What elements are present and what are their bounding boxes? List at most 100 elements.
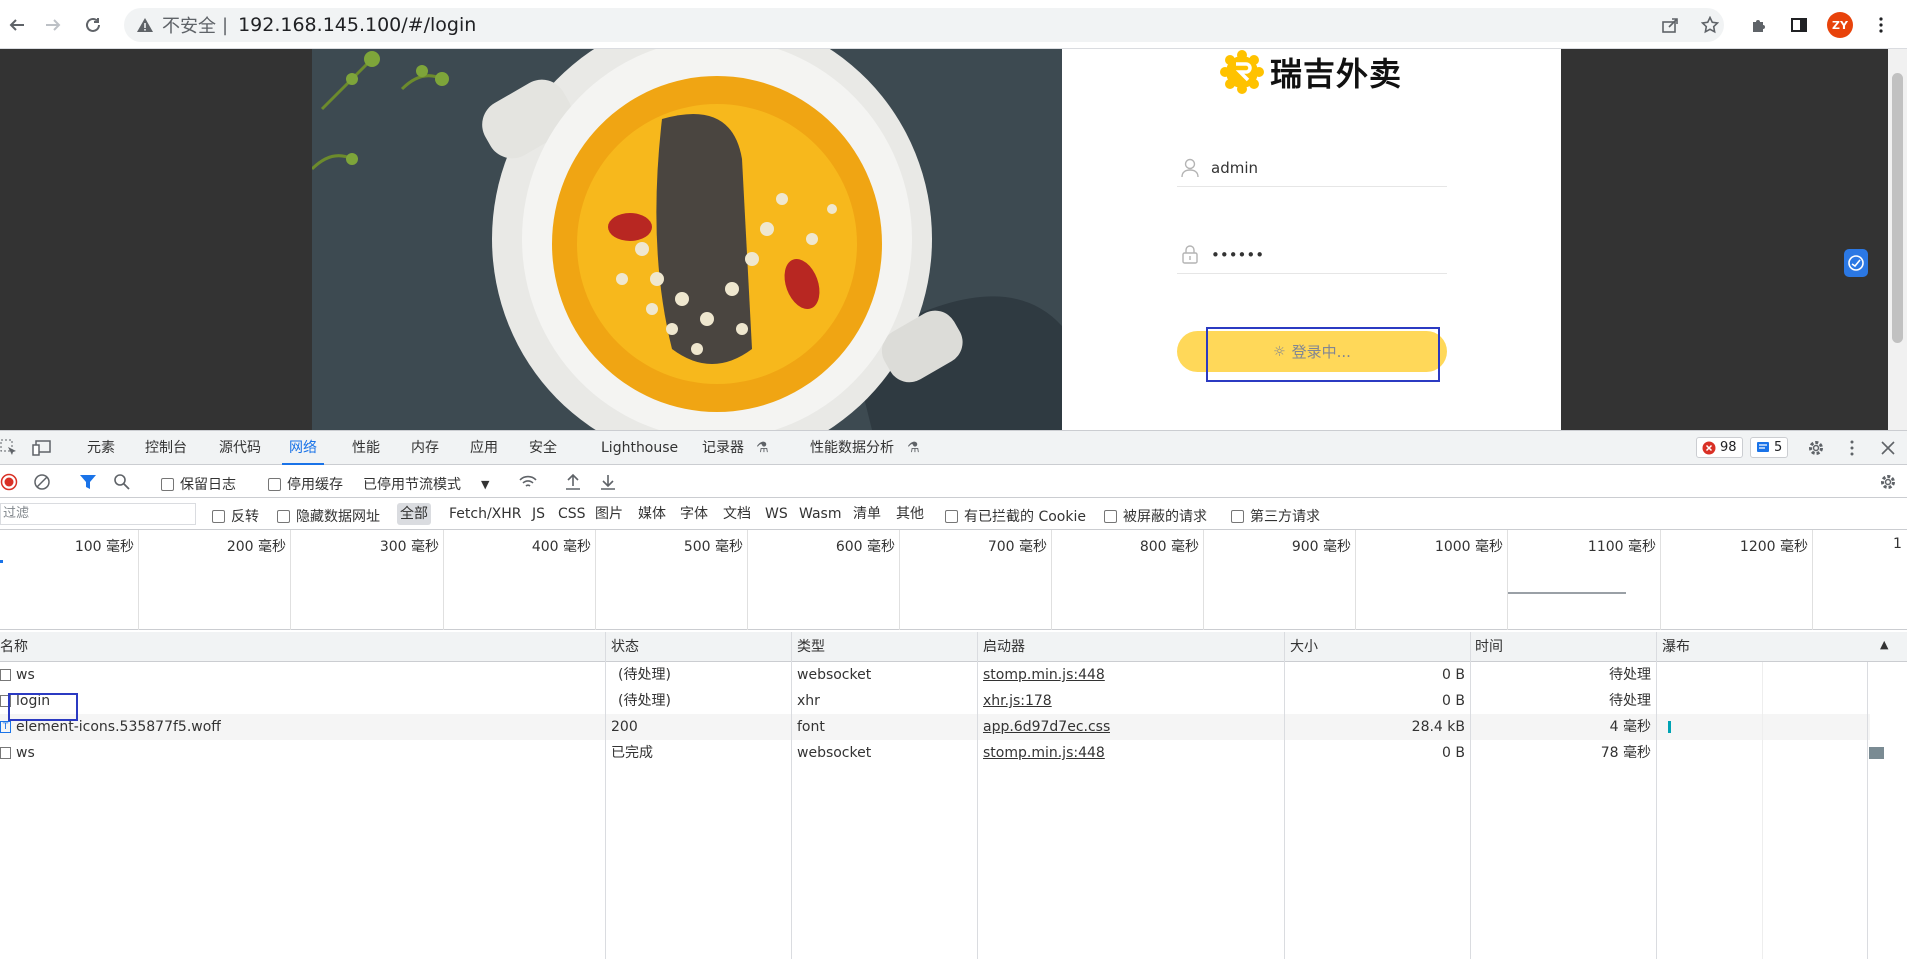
tab-console[interactable]: 控制台 [145,431,187,465]
preserve-log-checkbox[interactable]: 保留日志 [161,474,236,494]
username-field[interactable]: admin [1177,149,1447,187]
column-divider[interactable] [977,632,978,959]
devtools-settings-button[interactable] [1807,439,1825,457]
tab-memory[interactable]: 内存 [411,431,439,465]
disable-cache-checkbox[interactable]: 停用缓存 [268,474,343,494]
cell-size: 28.4 kB [1411,719,1465,735]
bookmark-button[interactable] [1697,12,1723,38]
network-conditions-button[interactable] [518,473,538,491]
url-text: 192.168.145.100/#/login [238,14,477,36]
filter-toggle-button[interactable] [79,473,97,491]
cell-initiator-link[interactable]: app.6d97d7ec.css [983,714,1110,740]
checkbox-box[interactable] [268,477,281,491]
tab-application[interactable]: 应用 [470,431,498,465]
type-filter-ws[interactable]: WS [762,503,791,525]
type-filter-media[interactable]: 媒体 [635,503,669,525]
network-overview-timeline[interactable]: 100 毫秒 200 毫秒 300 毫秒 400 毫秒 500 毫秒 600 毫… [0,530,1907,630]
blocked-cookies-checkbox[interactable]: 有已拦截的 Cookie [945,506,1086,526]
table-row[interactable]: ws (待处理) websocket stomp.min.js:448 0 B … [0,662,1870,688]
address-bar[interactable]: 不安全 | 192.168.145.100/#/login [124,8,1724,42]
throttling-select[interactable]: 已停用节流模式 ▼ [363,474,489,494]
assistant-widget[interactable] [1844,249,1868,277]
tab-security[interactable]: 安全 [529,431,557,465]
password-field[interactable]: •••••• [1177,236,1447,274]
column-divider[interactable] [1470,632,1471,959]
share-button[interactable] [1657,12,1683,38]
col-header-time[interactable]: 时间 [1475,632,1645,662]
message-icon [1757,441,1769,452]
col-header-waterfall[interactable]: 瀑布 [1662,632,1862,662]
devtools-more-button[interactable] [1843,439,1861,457]
invert-label: 反转 [231,509,259,525]
type-filter-fetch-xhr[interactable]: Fetch/XHR [446,503,525,525]
import-har-button[interactable] [564,473,582,491]
col-header-type[interactable]: 类型 [797,632,967,662]
side-panel-button[interactable] [1786,12,1812,38]
clear-button[interactable] [33,473,51,491]
col-header-name[interactable]: 名称 [0,632,600,662]
side-panel-icon [1791,18,1807,32]
password-value: •••••• [1211,245,1265,264]
tab-performance-insights[interactable]: 性能数据分析 [810,431,894,465]
sort-ascending-icon[interactable]: ▲ [1880,638,1888,651]
checkbox-box[interactable] [212,509,225,523]
export-har-button[interactable] [599,473,617,491]
hide-data-urls-checkbox[interactable]: 隐藏数据网址 [277,506,380,526]
checkbox-box[interactable] [161,477,174,491]
col-header-size[interactable]: 大小 [1290,632,1460,662]
device-toolbar-button[interactable] [32,439,52,457]
checkbox-box[interactable] [945,509,958,523]
col-header-status[interactable]: 状态 [611,632,781,662]
type-filter-all[interactable]: 全部 [397,503,431,525]
back-button[interactable] [4,12,30,38]
checkbox-box[interactable] [1104,509,1117,523]
column-divider[interactable] [791,632,792,959]
column-divider[interactable] [605,632,606,959]
table-row[interactable]: ws 已完成 websocket stomp.min.js:448 0 B 78… [0,740,1884,766]
scrollbar-thumb[interactable] [1892,73,1903,343]
timeline-tick: 600 毫秒 [748,530,900,630]
message-count-badge[interactable]: 5 [1750,437,1789,458]
type-filter-img[interactable]: 图片 [592,503,626,525]
type-filter-font[interactable]: 字体 [677,503,711,525]
col-header-initiator[interactable]: 启动器 [983,632,1283,662]
page-scrollbar[interactable] [1888,49,1907,430]
extensions-button[interactable] [1746,12,1772,38]
filter-input[interactable]: 过滤 [0,503,196,525]
blocked-requests-checkbox[interactable]: 被屏蔽的请求 [1104,506,1207,526]
tab-elements[interactable]: 元素 [87,431,115,465]
invert-checkbox[interactable]: 反转 [212,506,259,526]
inspect-element-button[interactable] [0,439,18,457]
checkbox-box[interactable] [1231,509,1244,523]
third-party-checkbox[interactable]: 第三方请求 [1231,506,1320,526]
cell-initiator-link[interactable]: xhr.js:178 [983,688,1052,714]
forward-button[interactable] [40,12,66,38]
type-filter-other[interactable]: 其他 [893,503,927,525]
table-row[interactable]: T element-icons.535877f5.woff 200 font a… [0,714,1870,740]
type-filter-doc[interactable]: 文档 [720,503,754,525]
type-filter-wasm[interactable]: Wasm [796,503,844,525]
tab-lighthouse[interactable]: Lighthouse [601,431,678,465]
tab-sources[interactable]: 源代码 [219,431,261,465]
tab-recorder[interactable]: 记录器 [702,431,744,465]
search-button[interactable] [113,473,131,491]
cell-initiator-link[interactable]: stomp.min.js:448 [983,740,1105,766]
type-filter-manifest[interactable]: 清单 [850,503,884,525]
checkbox-box[interactable] [277,509,290,523]
column-divider[interactable] [1656,632,1657,959]
record-button[interactable] [0,473,18,491]
column-divider[interactable] [1284,632,1285,959]
type-filter-js[interactable]: JS [529,503,548,525]
profile-avatar[interactable]: ZY [1827,12,1853,38]
browser-menu-button[interactable] [1868,12,1894,38]
table-row[interactable]: login (待处理) xhr xhr.js:178 0 B 待处理 [0,688,1870,714]
devtools-close-button[interactable] [1879,439,1897,457]
error-count-badge[interactable]: 98 [1696,437,1743,458]
cell-initiator-link[interactable]: stomp.min.js:448 [983,662,1105,688]
tab-performance[interactable]: 性能 [352,431,380,465]
tab-network[interactable]: 网络 [282,431,324,465]
reload-button[interactable] [80,12,106,38]
reload-icon [86,17,100,32]
network-settings-button[interactable] [1879,473,1897,491]
type-filter-css[interactable]: CSS [555,503,589,525]
